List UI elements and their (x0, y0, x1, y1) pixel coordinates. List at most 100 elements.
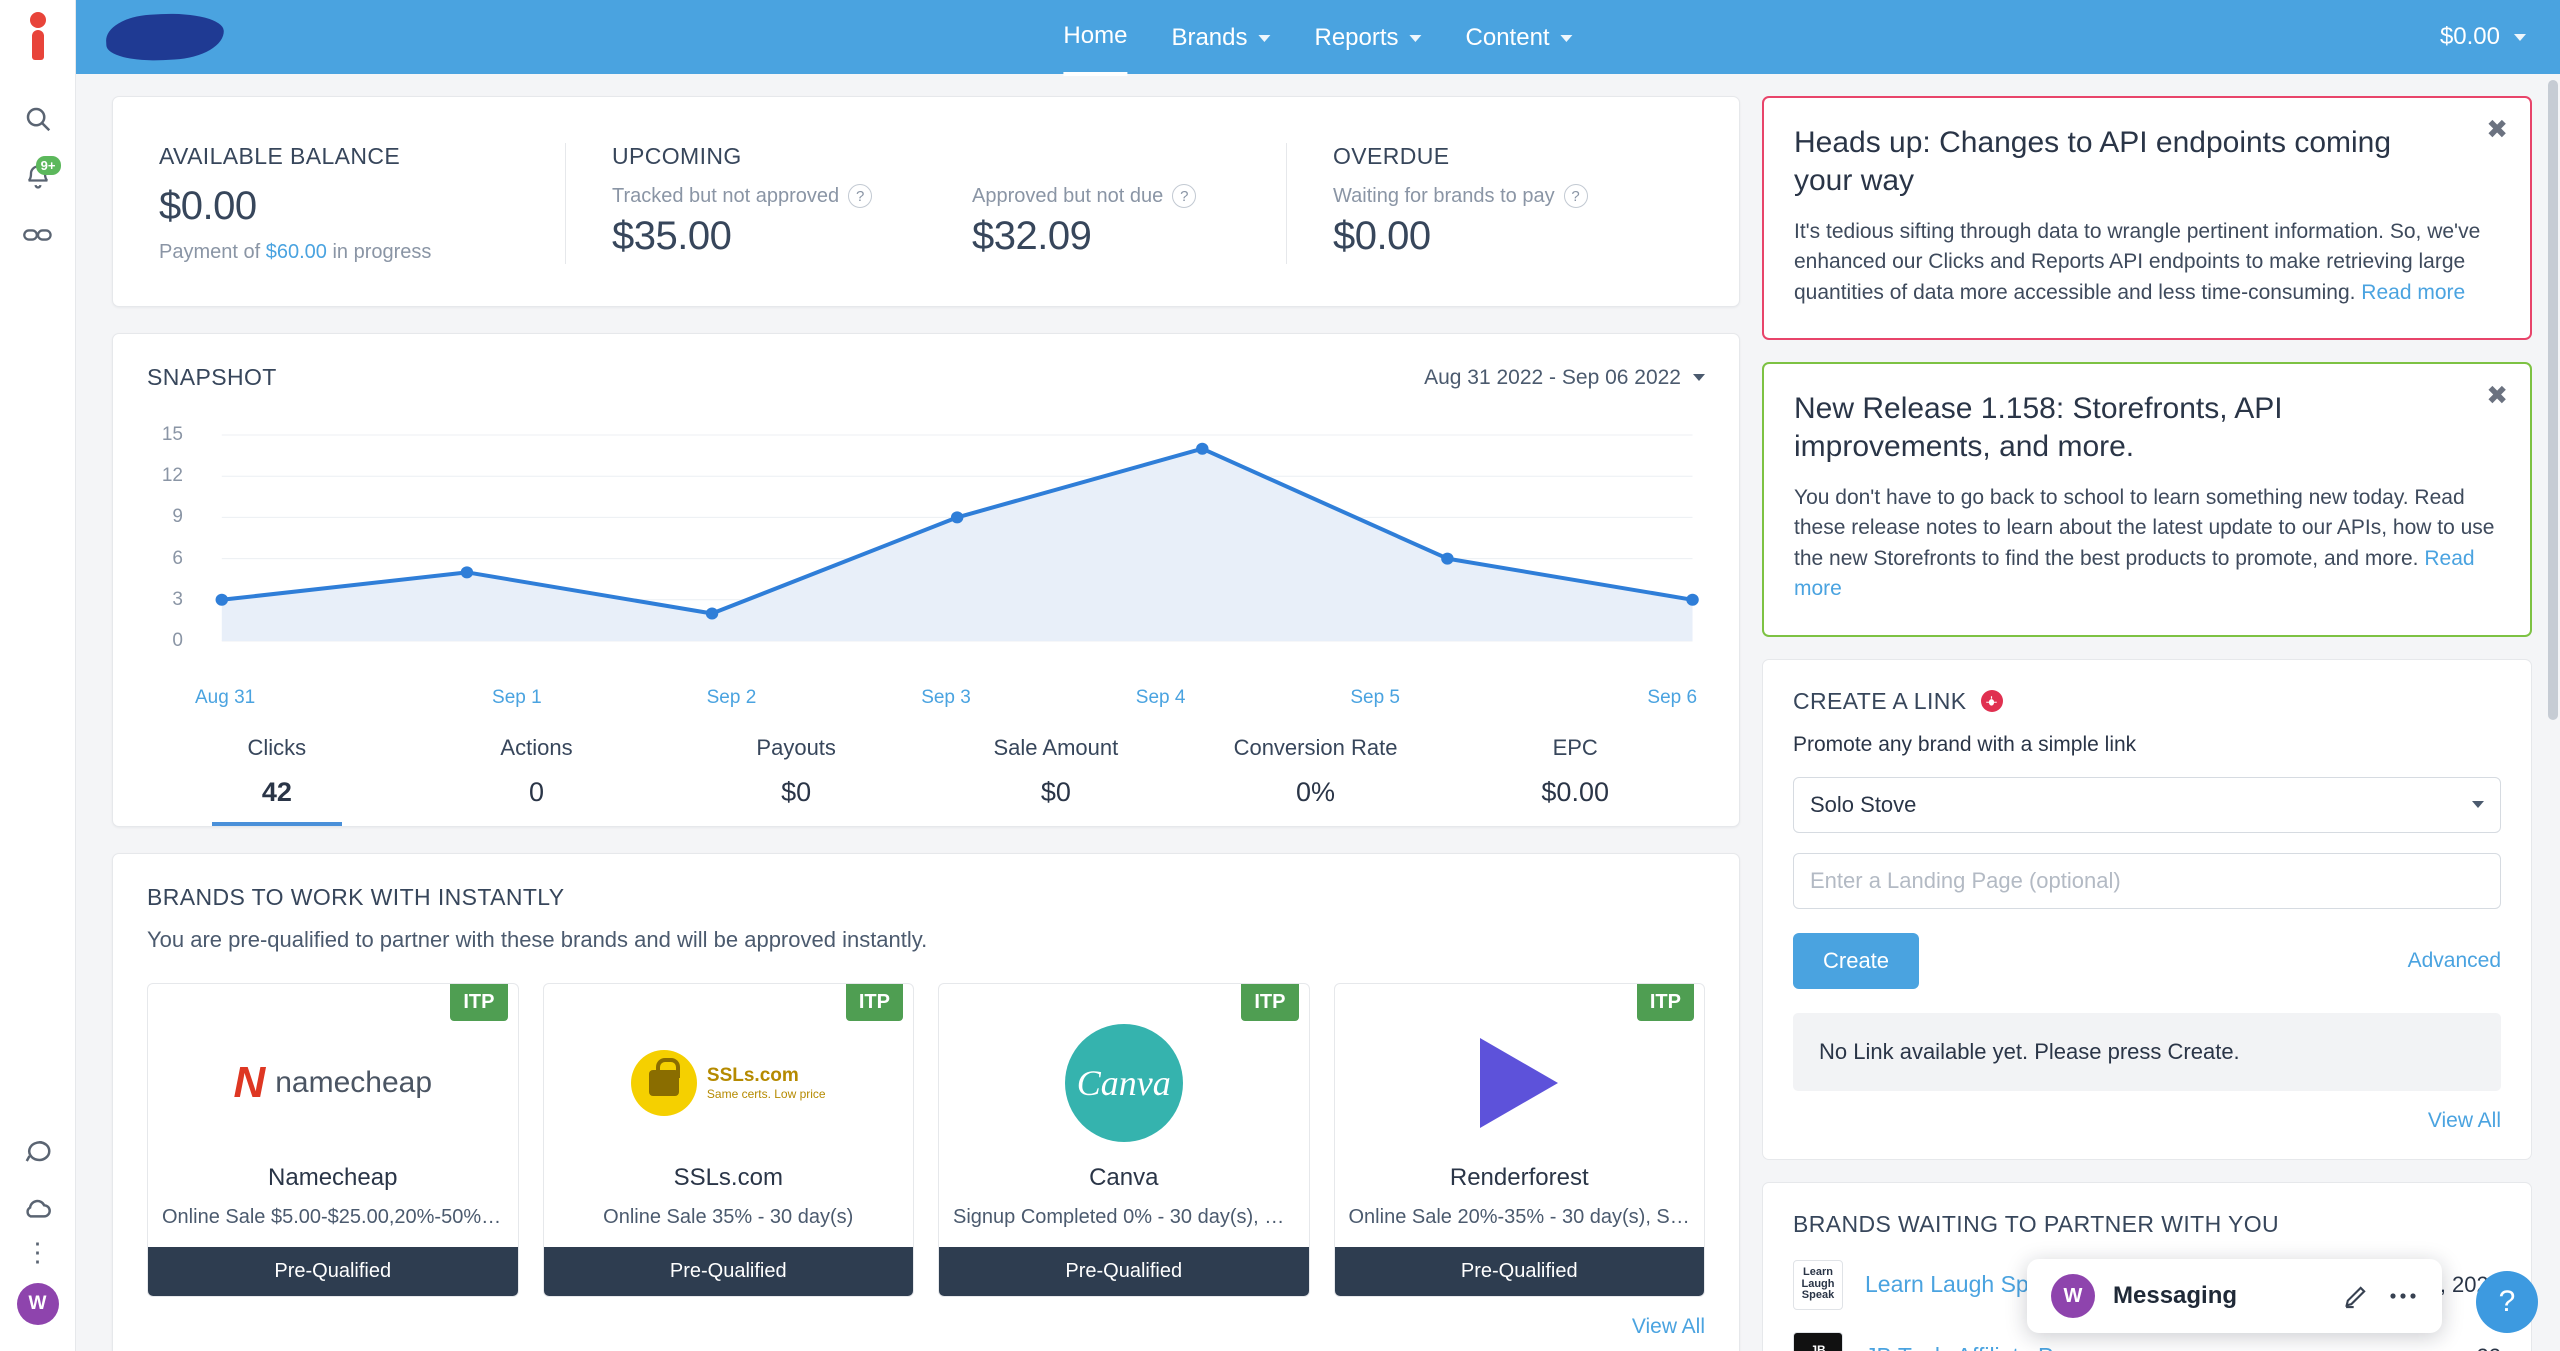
metric-label: Conversion Rate (1233, 735, 1398, 760)
payment-note-prefix: Payment of (159, 241, 266, 263)
brand-description: Signup Completed 0% - 30 day(s), Subsc..… (953, 1206, 1295, 1228)
itp-badge: ITP (1241, 984, 1299, 1021)
brand-description: Online Sale 20%-35% - 30 day(s), Sign U.… (1348, 1206, 1691, 1228)
brand-status-badge: Pre-Qualified (1334, 1247, 1704, 1296)
links-view-all-link[interactable]: View All (2428, 1109, 2501, 1132)
chart-x-tick: Sep 2 (706, 687, 757, 708)
balance-menu[interactable]: $0.00 (2440, 23, 2526, 51)
ssls-logo-icon: SSLs.com Same certs. Low price (544, 1008, 914, 1158)
upcoming-approved-amount: $32.09 (972, 214, 1092, 258)
brand-status-badge: Pre-Qualified (543, 1247, 913, 1296)
avatar[interactable]: W (16, 1283, 59, 1325)
upcoming-approved: . Approved but not due ? $32.09 (926, 143, 1286, 264)
ellipsis-icon[interactable] (2388, 1290, 2418, 1302)
brand-logo-icon[interactable] (104, 10, 226, 64)
brands-instantly-card: BRANDS TO WORK WITH INSTANTLY You are pr… (112, 853, 1740, 1351)
help-icon[interactable]: ? (1563, 184, 1588, 208)
close-icon[interactable]: ✖ (2486, 382, 2508, 408)
chat-icon[interactable] (9, 1122, 67, 1180)
overdue-hint-label: Waiting for brands to pay (1333, 184, 1555, 207)
chart-x-axis: Aug 31 Sep 1 Sep 2 Sep 3 Sep 4 Sep 5 Sep 6 (195, 687, 1697, 709)
messaging-widget[interactable]: W Messaging (2027, 1259, 2442, 1333)
upcoming-tracked-hint: Tracked but not approved ? (612, 184, 880, 208)
metric-label: Clicks (247, 735, 307, 760)
nav-item-home[interactable]: Home (1063, 0, 1128, 76)
metric-tab-payouts[interactable]: Payouts $0 (666, 735, 926, 826)
page-scrollbar[interactable] (2548, 80, 2558, 720)
brand-description: Online Sale $5.00-$25.00,20%-50% - 30 d.… (162, 1206, 504, 1228)
create-button[interactable]: Create (1793, 932, 1920, 989)
notice-title: New Release 1.158: Storefronts, API impr… (1794, 392, 2283, 464)
more-icon[interactable]: ⋮ (25, 1238, 51, 1283)
upcoming-approved-hint-label: Approved but not due (972, 184, 1164, 207)
chart-y-tick: 0 (172, 630, 183, 651)
list-item[interactable]: JB TOOLS JB Tools Affiliate Pro 22 (1793, 1331, 2501, 1351)
learn-laugh-speak-logo-icon: Learn Laugh Speak (1793, 1259, 1843, 1310)
create-link-header: CREATE A LINK (1793, 688, 2501, 715)
brand-select[interactable]: Solo Stove (1793, 776, 2501, 833)
brand-select-value: Solo Stove (1810, 791, 1917, 817)
metric-tab-epc[interactable]: EPC $0.00 (1445, 735, 1705, 826)
canva-logo-icon: Canva (939, 1008, 1309, 1158)
chevron-down-icon (2472, 801, 2484, 809)
brand-status-badge: Pre-Qualified (148, 1247, 518, 1296)
help-fab-button[interactable]: ? (2476, 1271, 2538, 1333)
snapshot-card: SNAPSHOT Aug 31 2022 - Sep 06 2022 0 3 6 9 1… (112, 333, 1740, 827)
date-range-picker[interactable]: Aug 31 2022 - Sep 06 2022 (1424, 366, 1705, 390)
landing-page-input[interactable]: Enter a Landing Page (optional) (1793, 852, 2501, 909)
request-date: 22 (2477, 1344, 2501, 1351)
metric-tab-conversion-rate[interactable]: Conversion Rate 0% (1186, 735, 1446, 826)
advanced-link[interactable]: Advanced (2408, 949, 2501, 973)
nav-label-content: Content (1465, 24, 1550, 51)
help-icon[interactable]: ? (848, 184, 873, 208)
metric-tab-sale-amount[interactable]: Sale Amount $0 (926, 735, 1186, 826)
brand-card[interactable]: ITP SSLs.com Same certs. Low price SSLs.… (542, 983, 914, 1297)
ssls-logo-text: SSLs.com (706, 1065, 799, 1086)
upcoming-tracked-hint-label: Tracked but not approved (612, 184, 840, 207)
overdue-title: OVERDUE (1333, 143, 1450, 169)
payment-note-link[interactable]: $60.00 (266, 241, 327, 263)
create-link-actions: Create Advanced (1793, 932, 2501, 989)
chart-x-tick: Sep 5 (1350, 687, 1400, 708)
brands-waiting-title: BRANDS WAITING TO PARTNER WITH YOU (1793, 1210, 2279, 1237)
help-icon[interactable]: ? (1172, 184, 1197, 208)
snapshot-chart: 0 3 6 9 12 15 (147, 421, 1705, 683)
pencil-icon[interactable] (2342, 1282, 2370, 1310)
brand-card[interactable]: ITP N namecheap Namecheap Online Sale $5… (147, 983, 519, 1297)
close-icon[interactable]: ✖ (2486, 116, 2508, 142)
namecheap-logo-text: namecheap (275, 1066, 433, 1099)
itp-badge: ITP (845, 984, 903, 1021)
nav-item-content[interactable]: Content (1466, 0, 1573, 74)
brand-card[interactable]: ITP Canva Canva Signup Completed 0% - 30… (938, 983, 1310, 1297)
chart-x-tick: Sep 6 (1647, 687, 1698, 708)
app-root: 9+ ⋮ W Home Brands Reports Content $0.00… (0, 0, 2560, 1351)
metric-tab-clicks[interactable]: Clicks 42 (147, 735, 407, 826)
metric-value: $0 (781, 777, 812, 807)
left-rail: 9+ ⋮ W (0, 0, 76, 1351)
balance-amount: $0.00 (2439, 23, 2500, 50)
bell-icon[interactable]: 9+ (9, 148, 67, 206)
link-icon[interactable] (9, 206, 67, 264)
nav-item-brands[interactable]: Brands (1171, 0, 1271, 74)
ssls-logo-tagline: Same certs. Low price (706, 1087, 826, 1101)
brands-view-all-link[interactable]: View All (1632, 1315, 1705, 1338)
top-bar: Home Brands Reports Content $0.00 (76, 0, 2560, 76)
notice-new-release: ✖ New Release 1.158: Storefronts, API im… (1762, 362, 2532, 637)
nav-item-reports[interactable]: Reports (1314, 0, 1422, 74)
brand-link[interactable]: JB Tools Affiliate Pro (1865, 1343, 2455, 1351)
brand-card-grid: ITP N namecheap Namecheap Online Sale $5… (147, 983, 1705, 1297)
metric-tab-actions[interactable]: Actions 0 (407, 735, 667, 826)
upcoming-title: UPCOMING (612, 143, 742, 169)
brand-name: Canva (1089, 1164, 1159, 1191)
notification-badge: 9+ (35, 156, 61, 175)
top-navigation: Home Brands Reports Content (1063, 0, 1573, 76)
read-more-link[interactable]: Read more (2361, 281, 2465, 304)
search-icon[interactable] (9, 90, 67, 148)
brand-card[interactable]: ITP Renderforest Online Sale 20%-35% - 3… (1333, 983, 1705, 1297)
cloud-icon[interactable] (9, 1180, 67, 1238)
snapshot-header: SNAPSHOT Aug 31 2022 - Sep 06 2022 (147, 364, 1705, 391)
chevron-down-icon (2514, 33, 2526, 41)
clicks-area-chart (215, 421, 1699, 659)
brands-view-all-row: View All (147, 1315, 1705, 1339)
bug-icon[interactable] (1980, 690, 2003, 713)
